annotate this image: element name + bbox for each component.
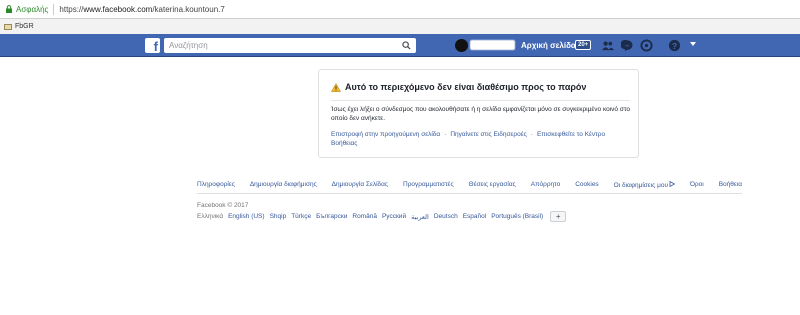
content-unavailable-notice: Αυτό το περιεχόμενο δεν είναι διαθέσιμο … [318,69,639,158]
language-option[interactable]: Română [352,213,377,220]
footer-link-privacy[interactable]: Απόρρητο [531,181,561,189]
notice-divider [331,100,630,101]
address-separator [53,3,55,15]
footer-link-create-ad[interactable]: Δημιουργία διαφήμισης [250,181,317,189]
footer-link-help[interactable]: Βοήθεια [719,181,742,189]
footer-link-developers[interactable]: Προγραμματιστές [403,181,454,189]
copyright: Facebook © 2017 [197,202,249,209]
language-option[interactable]: Português (Brasil) [491,213,543,220]
footer-link-cookies[interactable]: Cookies [575,181,598,189]
lock-icon [5,5,13,13]
language-option[interactable]: English (US) [228,213,264,220]
browser-address-bar: Ασφαλής https://www.facebook.com/katerin… [0,0,800,19]
language-option[interactable]: Български [316,213,347,220]
search-icon [401,41,411,50]
url-field[interactable]: https://www.facebook.com/katerina.kounto… [59,5,224,14]
footer-links: Πληροφορίες Δημιουργία διαφήμισης Δημιου… [197,180,742,189]
footer-link-about[interactable]: Πληροφορίες [197,181,235,189]
footer-link-ad-choices[interactable]: Οι διαφημίσεις μου [613,180,676,189]
bookmarks-bar: FbGR [0,19,800,34]
home-link[interactable]: Αρχική σελίδα [521,41,576,50]
ad-choices-icon [669,180,676,188]
notice-body: Ίσως έχει λήξει ο σύνδεσμος που ακολουθή… [331,106,630,122]
notice-title-text: Αυτό το περιεχόμενο δεν είναι διαθέσιμο … [345,82,587,92]
friends-icon[interactable] [601,39,614,52]
footer-link-terms[interactable]: Όροι [690,181,704,189]
search-box [164,38,416,53]
language-current: Ελληνικά [197,213,224,220]
language-option[interactable]: Deutsch [434,213,458,220]
avatar[interactable] [455,39,468,52]
notice-links: Επιστροφή στην προηγούμενη σελίδα · Πηγαίν… [331,130,631,148]
help-icon[interactable]: ? [668,39,681,52]
svg-text:?: ? [672,41,677,51]
folder-icon [4,23,12,30]
footer-link-create-page[interactable]: Δημιουργία Σελίδας [332,181,388,189]
language-list: Ελληνικά English (US) Shqip Türkçe Бълга… [197,211,567,222]
url-prefix: https:// [59,4,84,14]
link-separator: · [444,131,447,138]
notifications-icon[interactable] [640,39,653,52]
facebook-logo[interactable]: f [145,38,160,53]
news-feed-link[interactable]: Πηγαίνετε στις Ειδησεροές [450,131,526,138]
language-option[interactable]: Shqip [270,213,287,220]
language-option[interactable]: Español [463,213,487,220]
language-option[interactable]: Русский [382,213,406,220]
secure-label[interactable]: Ασφαλής [16,5,48,14]
home-badge: 20+ [575,40,592,50]
bookmark-fbgr[interactable]: FbGR [15,23,34,30]
warning-icon [331,82,341,92]
facebook-top-bar: f Αρχική σελίδα 20+ ? [0,34,800,57]
search-input[interactable] [164,39,394,52]
add-language-button[interactable]: + [550,211,567,222]
footer-divider [197,193,742,194]
notice-title: Αυτό το περιεχόμενο δεν είναι διαθέσιμο … [331,82,586,92]
footer-link-careers[interactable]: Θέσεις εργασίας [469,181,516,189]
language-option[interactable]: Türkçe [291,213,311,220]
search-button[interactable] [396,38,416,53]
link-separator: · [530,131,533,138]
url-path: /katerina.kountoun.7 [152,4,225,14]
messenger-icon[interactable] [621,39,634,52]
profile-name-redacted[interactable] [470,40,515,50]
chevron-down-icon[interactable] [690,42,696,46]
go-back-link[interactable]: Επιστροφή στην προηγούμενη σελίδα [331,131,440,138]
language-option[interactable]: العربية [411,213,429,221]
url-domain: www.facebook.com [83,4,153,14]
ad-choices-label: Οι διαφημίσεις μου [613,182,668,189]
